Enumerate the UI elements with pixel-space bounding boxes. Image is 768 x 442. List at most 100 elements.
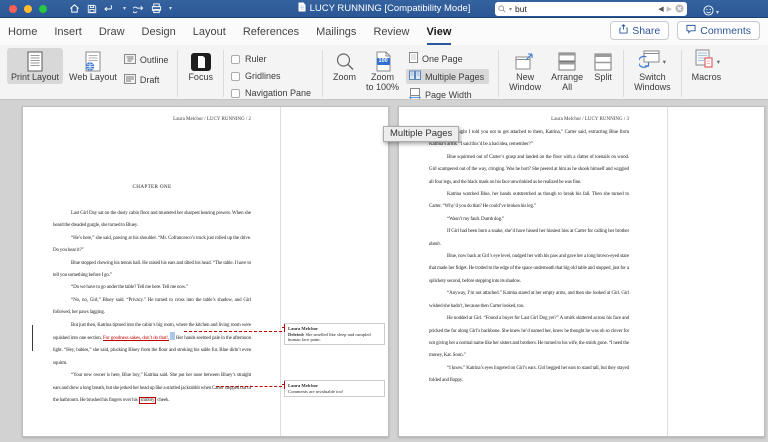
share-button[interactable]: Share	[610, 21, 669, 40]
print-layout-button[interactable]: Print Layout	[7, 48, 63, 84]
tab-design[interactable]: Design	[142, 26, 176, 45]
paragraph: “No, no, Girl,” Bluey said. “Privacy.” H…	[53, 295, 251, 320]
checkbox-icon	[231, 89, 240, 98]
page-2[interactable]: Laura Melchor / LUCY RUNNING / 3 “I thou…	[398, 106, 765, 437]
gridlines-checkbox[interactable]: Gridlines	[231, 71, 311, 81]
tab-insert[interactable]: Insert	[54, 26, 82, 45]
minimize-button[interactable]	[24, 5, 32, 13]
search-scope-chevron-icon[interactable]: ▾	[509, 6, 512, 13]
switch-windows-icon	[639, 49, 661, 74]
feedback-smiley-icon[interactable]	[703, 3, 714, 21]
tab-references[interactable]: References	[243, 26, 299, 45]
group-divider	[223, 50, 224, 97]
group-divider	[322, 50, 323, 97]
undo-dropdown-icon[interactable]: ▾	[123, 5, 126, 12]
markup-area-divider	[667, 107, 668, 436]
new-window-button[interactable]: NewWindow	[505, 48, 545, 93]
page-body: Last Girl Day sat on the dusty cabin flo…	[53, 208, 251, 408]
web-layout-icon	[83, 50, 103, 73]
document-canvas[interactable]: Laura Melchor / LUCY RUNNING / 2 CHAPTER…	[0, 101, 768, 442]
comment-tick	[284, 324, 285, 332]
group-divider	[681, 50, 682, 97]
ribbon-view-tab: Print Layout Web Layout Outline Draft Fo…	[0, 45, 768, 100]
macros-icon	[693, 49, 715, 74]
comment-anchor-text[interactable]: stubbly	[139, 397, 157, 404]
tab-view[interactable]: View	[427, 26, 452, 45]
page-1[interactable]: Laura Melchor / LUCY RUNNING / 2 CHAPTER…	[22, 106, 389, 437]
find-previous-icon[interactable]: ◀	[658, 6, 663, 13]
checkbox-icon	[231, 72, 240, 81]
ruler-checkbox[interactable]: Ruler	[231, 54, 311, 64]
print-icon[interactable]	[151, 3, 162, 14]
home-icon[interactable]	[69, 3, 80, 14]
draft-icon	[124, 74, 136, 86]
paragraph: Blue stopped chewing his tennis ball. He…	[53, 258, 251, 283]
group-divider	[623, 50, 624, 97]
macros-chevron-icon: ▾	[717, 58, 720, 66]
clear-search-icon[interactable]	[675, 0, 684, 18]
paragraph: Last Girl Day sat on the dusty cabin flo…	[53, 208, 251, 233]
tab-draw[interactable]: Draw	[99, 26, 125, 45]
search-input[interactable]	[515, 3, 655, 15]
comment-text: Comments are invaluable too!	[288, 389, 381, 394]
paragraph-with-comment-anchor: “Your new owner is here, Blue boy,” Katr…	[53, 370, 251, 407]
focus-button[interactable]: Focus	[184, 48, 217, 84]
tab-home[interactable]: Home	[8, 26, 37, 45]
comment-deleted-label: Deleted:	[288, 332, 305, 337]
comment-tick	[284, 381, 285, 389]
split-icon	[593, 50, 613, 73]
tab-review[interactable]: Review	[373, 26, 409, 45]
undo-icon[interactable]	[104, 4, 116, 14]
comment-card[interactable]: Laura Melchor Comments are invaluable to…	[284, 380, 385, 397]
find-next-icon[interactable]: ▶	[667, 6, 672, 13]
window-title: LUCY RUNNING [Compatibility Mode]	[310, 3, 471, 14]
web-layout-button[interactable]: Web Layout	[65, 48, 121, 84]
search-box[interactable]: ▾ ◀ ▶	[495, 2, 687, 16]
italic-text: dumb	[429, 242, 440, 247]
ribbon-tab-row: Home Insert Draw Design Layout Reference…	[0, 18, 768, 45]
arrange-all-icon	[557, 50, 577, 73]
macros-button[interactable]: ▾ Macros	[688, 48, 726, 84]
draft-button[interactable]: Draft	[124, 74, 169, 86]
paragraph: Blue, now back at Girl’s eye level, nudg…	[429, 251, 629, 288]
tab-mailings[interactable]: Mailings	[316, 26, 356, 45]
comments-button[interactable]: Comments	[677, 21, 760, 40]
zoom-button[interactable]: Zoom	[329, 48, 360, 84]
feedback-chevron-icon[interactable]: ▾	[716, 9, 719, 16]
arrange-all-button[interactable]: ArrangeAll	[547, 48, 587, 93]
paragraph: “He’s here,” she said, pawing at his sho…	[53, 233, 251, 258]
split-button[interactable]: Split	[589, 48, 617, 84]
save-icon[interactable]	[87, 4, 97, 14]
toolbar-options-icon[interactable]: ▾	[169, 5, 172, 12]
comment-card[interactable]: Laura Melchor Deleted: She smelled like …	[284, 323, 385, 345]
paragraph: “Anyway, I’m not attached.” Katrina star…	[429, 288, 629, 313]
zoom-to-100-button[interactable]: 100 Zoomto 100%	[362, 48, 403, 93]
group-divider	[177, 50, 178, 97]
share-icon	[619, 24, 628, 37]
multiple-pages-icon	[409, 70, 421, 83]
tracked-insertion-text: For goodness sakes, don’t do that!,	[103, 336, 169, 341]
close-button[interactable]	[9, 5, 17, 13]
redo-icon[interactable]	[133, 4, 144, 14]
zoom-window-button[interactable]	[39, 5, 47, 13]
checkbox-icon	[231, 55, 240, 64]
outline-button[interactable]: Outline	[124, 54, 169, 66]
focus-icon	[190, 50, 212, 73]
outline-icon	[124, 54, 136, 66]
comment-bubble-icon	[686, 24, 696, 37]
zoom-100-icon: 100	[374, 50, 392, 73]
one-page-icon	[409, 52, 418, 65]
paragraph: He nodded at Girl. “Found a buyer for La…	[429, 313, 629, 363]
multiple-pages-button[interactable]: Multiple Pages	[406, 69, 489, 84]
tracked-change-bar	[32, 325, 33, 351]
group-divider	[498, 50, 499, 97]
switch-windows-button[interactable]: ▾ SwitchWindows	[630, 48, 675, 93]
navigation-pane-checkbox[interactable]: Navigation Pane	[231, 88, 311, 98]
page-header: Laura Melchor / LUCY RUNNING / 3	[429, 117, 629, 122]
page-width-button[interactable]: Page Width	[406, 87, 489, 102]
tab-layout[interactable]: Layout	[193, 26, 226, 45]
comment-connector-line	[216, 386, 282, 387]
new-window-icon	[515, 50, 535, 73]
paragraph: “Do we have to go under the table? Tell …	[53, 282, 251, 294]
one-page-button[interactable]: One Page	[406, 51, 489, 66]
